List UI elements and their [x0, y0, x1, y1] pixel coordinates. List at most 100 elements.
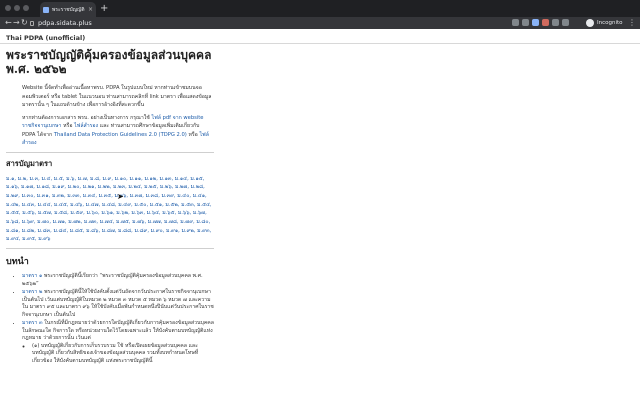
extension-icon[interactable] — [542, 19, 549, 26]
section-index-link[interactable]: ม.๑ — [6, 176, 14, 182]
section-index-link[interactable]: ม.๘๔ — [53, 228, 66, 234]
maximize-window-button[interactable] — [23, 5, 29, 11]
section-index-link[interactable]: ม.๖๑ — [101, 210, 113, 216]
site-name-link[interactable]: Thai PDPA (unofficial) — [6, 34, 85, 42]
section-index-link[interactable]: ม.๖๒ — [116, 210, 128, 216]
section-index-link[interactable]: ม.๕๑ — [150, 202, 162, 208]
section-index-link[interactable]: ม.๓ — [30, 176, 39, 182]
section-index-link[interactable]: ม.๖๔ — [147, 210, 159, 216]
section-index-link[interactable]: ม.๖๕ — [162, 210, 174, 216]
section-index-link[interactable]: ม.๗๗ — [148, 219, 161, 225]
section-index-link[interactable]: ม.๒๒ — [98, 184, 110, 190]
section-index-link[interactable]: ม.๔๖ — [70, 202, 82, 208]
extension-icon[interactable] — [532, 19, 539, 26]
section-index-link[interactable]: ม.๔ — [41, 176, 50, 182]
section-index-link[interactable]: ม.๑๓ — [160, 176, 172, 182]
section-index-link[interactable]: ม.๙๔ — [6, 236, 19, 242]
section-index-link[interactable]: ม.๖๐ — [86, 210, 98, 216]
section-index-link[interactable]: ม.๔๓ — [22, 202, 35, 208]
section-index-link[interactable]: ม.๓๒ — [52, 193, 64, 199]
section-index-link[interactable]: ม.๗ — [78, 176, 87, 182]
section-index-link[interactable]: ม.๒๗ — [175, 184, 187, 190]
section-index-link[interactable]: ม.๔๔ — [38, 202, 51, 208]
section-index-link[interactable]: ม.๙๕ — [22, 236, 35, 242]
section-index-link[interactable]: ม.๒๕ — [144, 184, 156, 190]
section-index-link[interactable]: ม.๗๔ — [100, 219, 113, 225]
section-index-link[interactable]: ม.๓๓ — [67, 193, 79, 199]
browser-tab[interactable]: พระราชบัญญัติคุ้มครองข้อมูลส่วนบุคคล × — [40, 2, 96, 17]
section-index-link[interactable]: ม.๗๓ — [84, 219, 97, 225]
section-index-link[interactable]: ม.๕๘ — [54, 210, 67, 216]
section-index-link[interactable]: ม.๑๒ — [144, 176, 156, 182]
section-index-link[interactable]: ม.๒๘ — [191, 184, 204, 190]
section-index-link[interactable]: ม.๙ — [102, 176, 111, 182]
section-index-link[interactable]: ม.๒๖ — [160, 184, 172, 190]
section-index-link[interactable]: ม.๘๖ — [86, 228, 98, 234]
section-index-link[interactable]: ม.๓๘ — [146, 193, 159, 199]
section-index-link[interactable]: ม.๑๙ — [52, 184, 64, 190]
section-index-link[interactable]: ม.๗๐ — [37, 219, 49, 225]
tdpg-link[interactable]: Thailand Data Protection Guidelines 2.0 … — [54, 132, 187, 138]
back-button[interactable]: ← — [5, 17, 12, 29]
incognito-badge[interactable]: Incognito — [586, 19, 623, 27]
section-index-link[interactable]: ม.๗๘ — [164, 219, 177, 225]
section-index-link[interactable]: ม.๘๘ — [118, 228, 131, 234]
section-index-link[interactable]: ม.๙๖ — [38, 236, 50, 242]
section-index-link[interactable]: ม.๘๐ — [196, 219, 208, 225]
section-index-link[interactable]: ม.๔๒ — [6, 202, 18, 208]
section-index-link[interactable]: ม.๒๑ — [83, 184, 95, 190]
section-index-link[interactable]: ม.๗๖ — [132, 219, 144, 225]
section-index-link[interactable]: ม.๓๗ — [130, 193, 143, 199]
tab-close-icon[interactable]: × — [88, 6, 93, 13]
section-index-link[interactable]: ม.๙๑ — [166, 228, 178, 234]
section-index-link[interactable]: ม.๕ — [54, 176, 63, 182]
section-link[interactable]: มาตรา ๑ — [22, 273, 42, 279]
minimize-window-button[interactable] — [14, 5, 20, 11]
section-index-link[interactable]: ม.๘๗ — [102, 228, 115, 234]
section-index-link[interactable]: ม.๘๕ — [70, 228, 83, 234]
section-index-link[interactable]: ม.๖ — [66, 176, 74, 182]
section-link[interactable]: มาตรา ๒ — [22, 289, 42, 295]
section-index-link[interactable]: ม.๗๙ — [180, 219, 193, 225]
section-link[interactable]: มาตรา ๓ — [22, 320, 43, 326]
section-index-link[interactable]: ม.๙๒ — [181, 228, 193, 234]
section-index-link[interactable]: ม.๘๙ — [134, 228, 147, 234]
section-index-link[interactable]: ม.๔๗ — [86, 202, 99, 208]
section-index-link[interactable]: ม.๖๓ — [131, 210, 143, 216]
section-index-link[interactable]: ม.๕๔ — [197, 202, 210, 208]
close-window-button[interactable] — [5, 5, 11, 11]
translate-icon[interactable] — [512, 19, 519, 26]
section-index-link[interactable]: ม.๙๐ — [151, 228, 163, 234]
section-index-link[interactable]: ม.๘๓ — [38, 228, 51, 234]
section-index-link[interactable]: ม.๑๐ — [115, 176, 127, 182]
section-index-link[interactable]: ม.๓๙ — [162, 193, 174, 199]
section-index-link[interactable]: ม.๖๗ — [193, 210, 205, 216]
section-index-link[interactable]: ม.๓๑ — [37, 193, 49, 199]
reload-button[interactable]: ↻ — [21, 17, 28, 29]
section-index-link[interactable]: ม.๒๙ — [6, 193, 18, 199]
section-index-link[interactable]: ม.๒๔ — [128, 184, 140, 190]
section-index-link[interactable]: ม.๔๑ — [193, 193, 205, 199]
section-index-link[interactable]: ม.๑๔ — [175, 176, 187, 182]
section-index-link[interactable]: ม.๖๘ — [6, 219, 18, 225]
section-index-link[interactable]: ม.๓๕ — [99, 193, 112, 199]
section-index-link[interactable]: ม.๘ — [90, 176, 99, 182]
address-bar[interactable]: pdpa.sidata.plus — [30, 19, 530, 27]
section-index-link[interactable]: ม.๕๐ — [134, 202, 146, 208]
section-index-link[interactable]: ม.๗๒ — [68, 219, 80, 225]
new-tab-button[interactable]: + — [100, 2, 108, 15]
section-index-link[interactable]: ม.๑๘ — [37, 184, 49, 190]
section-index-link[interactable]: ม.๓๔ — [83, 193, 96, 199]
backup-file-link[interactable]: ไฟล์สำรอง — [74, 123, 98, 129]
sidebar-icon[interactable] — [562, 19, 569, 26]
section-index-link[interactable]: ม.๑๕ — [190, 176, 202, 182]
section-index-link[interactable]: ม.๑๑ — [129, 176, 141, 182]
section-index-link[interactable]: ม.๔๙ — [118, 202, 131, 208]
section-index-link[interactable]: ม.๕๖ — [22, 210, 34, 216]
section-index-link[interactable]: ม.๔๕ — [54, 202, 67, 208]
browser-menu-button[interactable]: ⋮ — [628, 17, 636, 29]
section-index-link[interactable]: ม.๕๓ — [181, 202, 194, 208]
section-index-link[interactable]: ม.๑๗ — [21, 184, 33, 190]
star-icon[interactable] — [522, 19, 529, 26]
section-index-link[interactable]: ม.๘๒ — [22, 228, 35, 234]
